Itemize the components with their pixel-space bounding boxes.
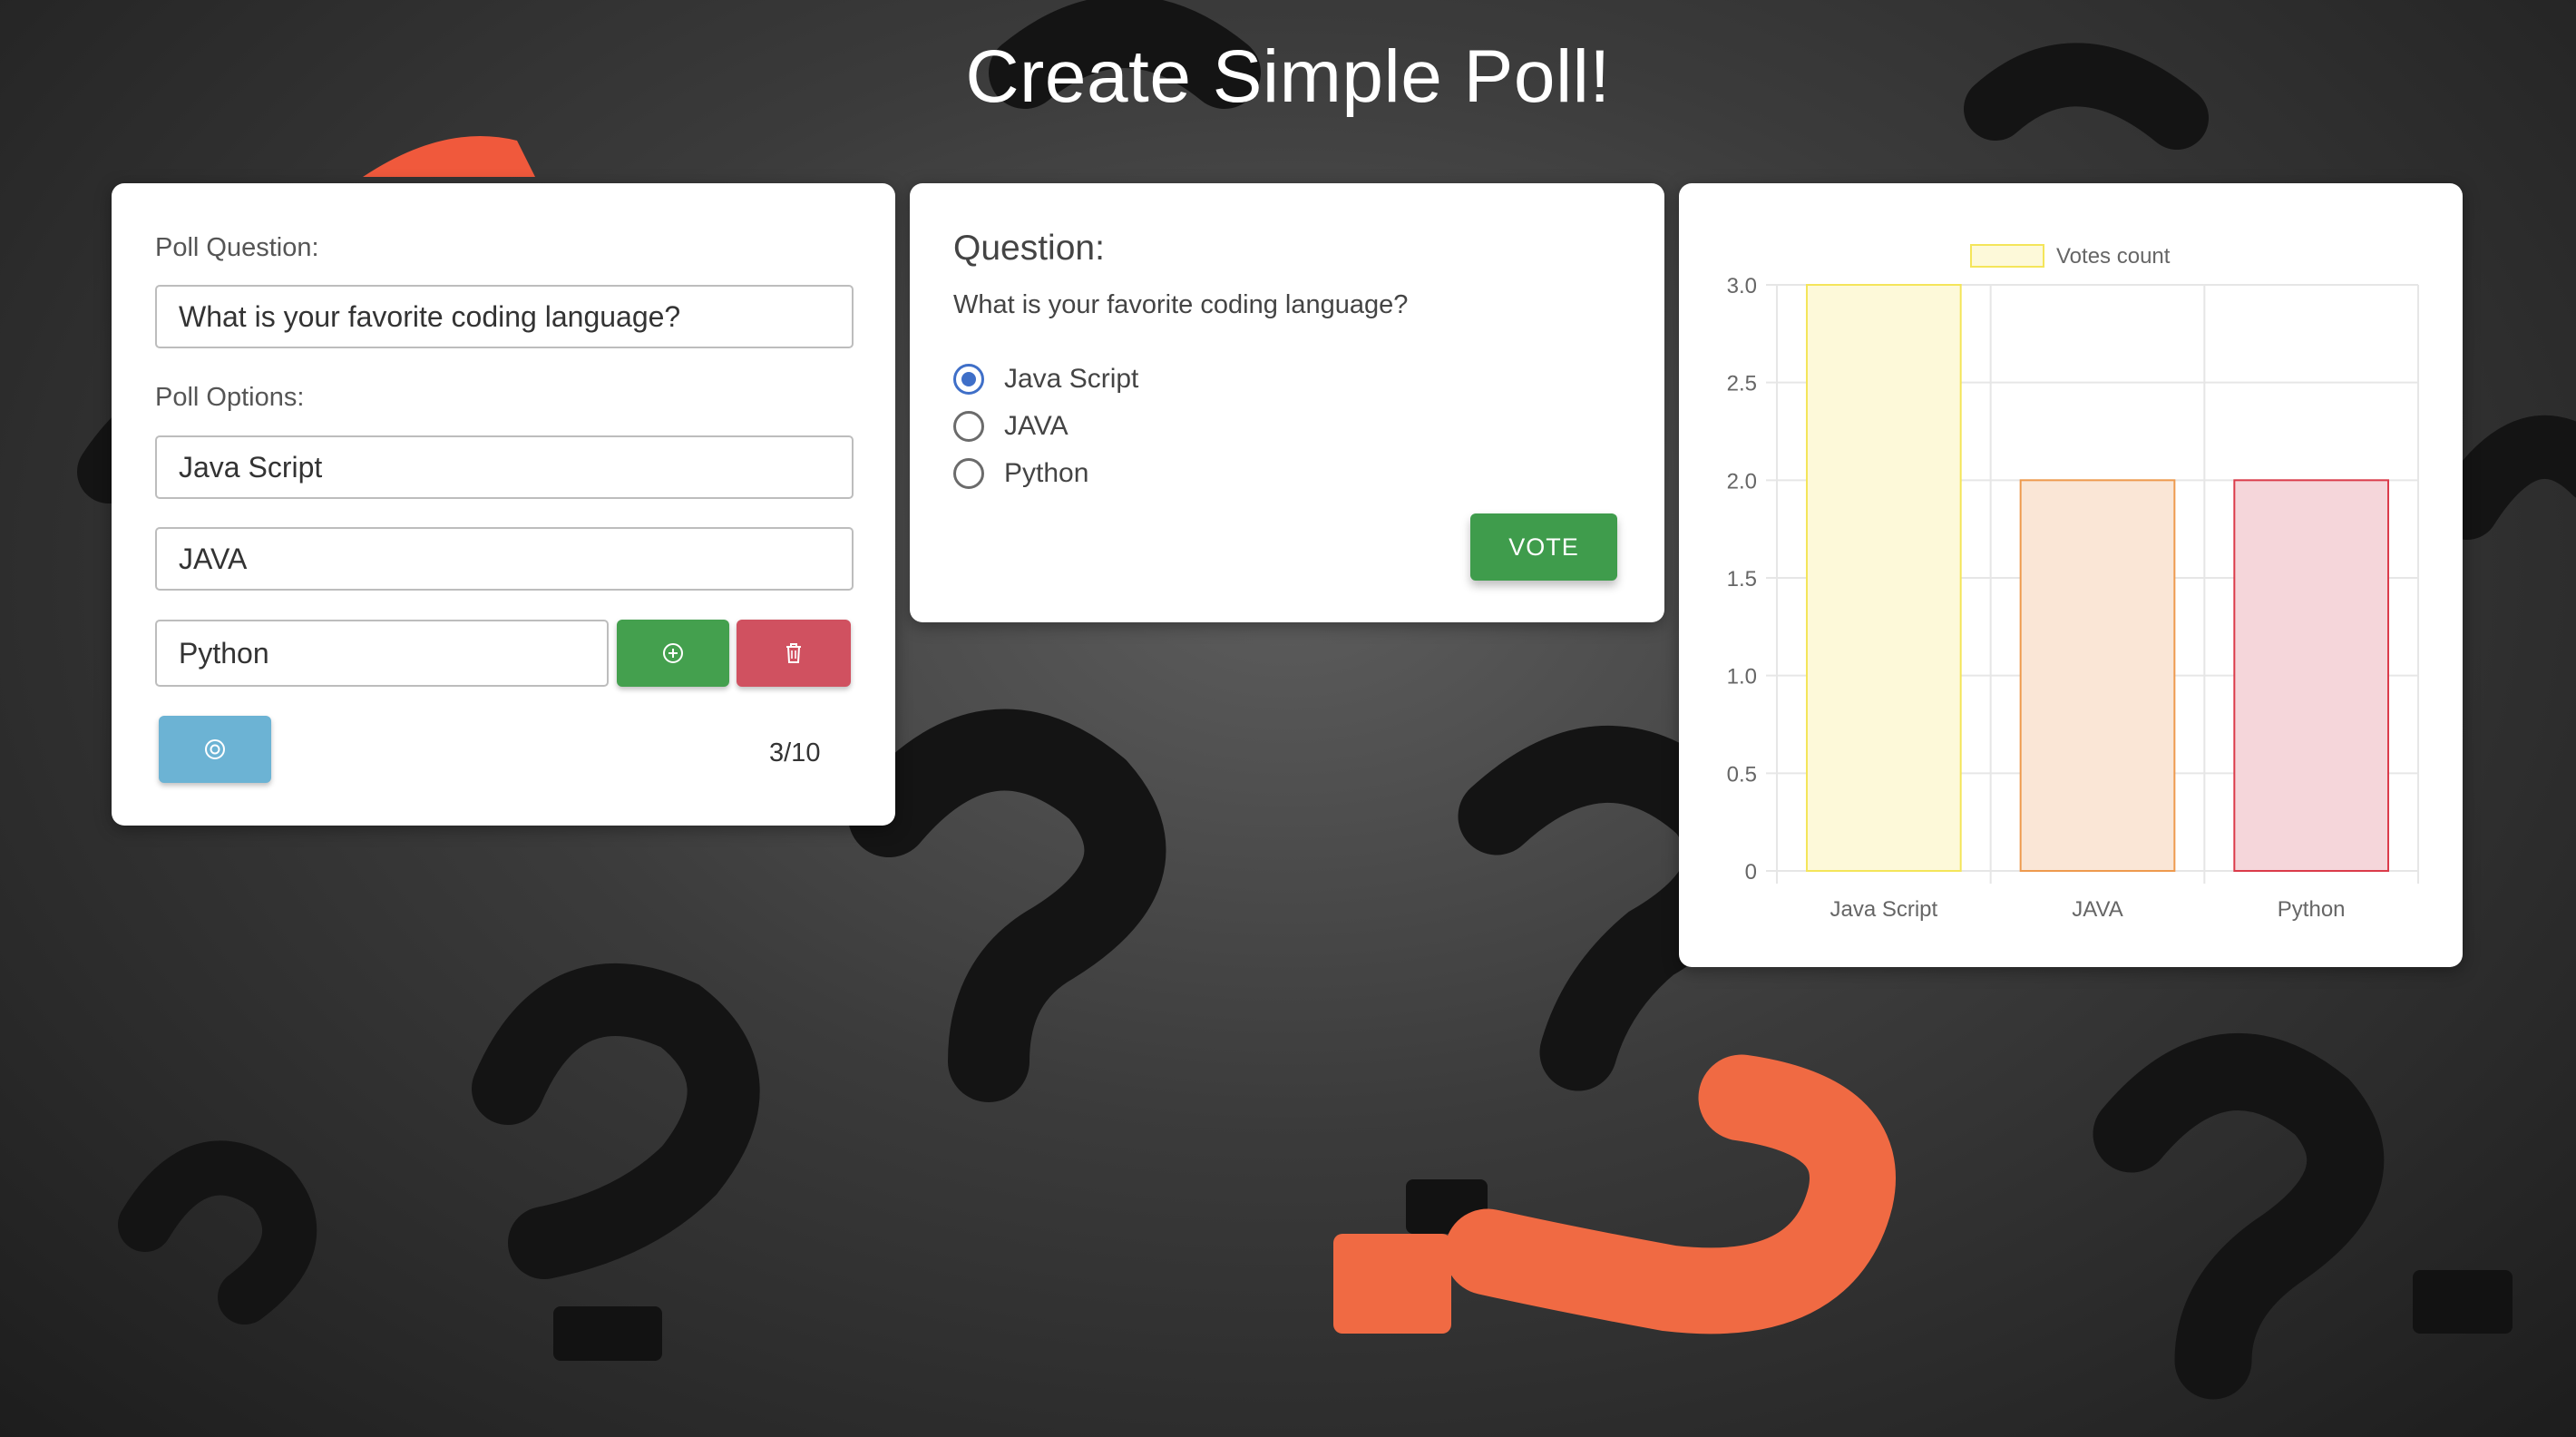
x-tick-label: Java Script (1830, 897, 1937, 922)
legend-swatch (1970, 244, 2044, 268)
vote-option-label: Java Script (1004, 364, 1139, 394)
poll-editor-card: Poll Question: Poll Options: 3/10 (112, 183, 895, 826)
y-tick-label: 0 (1745, 860, 1757, 885)
radio-button[interactable] (953, 458, 984, 489)
y-tick-label: 3.0 (1727, 274, 1757, 298)
poll-option-input-3[interactable] (155, 620, 609, 687)
y-tick-label: 0.5 (1727, 762, 1757, 787)
poll-question-input[interactable] (155, 285, 854, 348)
vote-button[interactable]: VOTE (1470, 513, 1617, 581)
radio-button[interactable] (953, 411, 984, 442)
y-tick-label: 1.0 (1727, 665, 1757, 689)
vote-option-label: JAVA (1004, 411, 1068, 441)
vote-option-java[interactable]: JAVA (953, 411, 1068, 442)
poll-options-label: Poll Options: (155, 383, 305, 412)
question-text: What is your favorite coding language? (953, 290, 1409, 319)
delete-option-button[interactable] (737, 620, 851, 687)
bar-python (2233, 479, 2390, 872)
y-tick-label: 2.5 (1727, 372, 1757, 396)
radio-button[interactable] (953, 364, 984, 395)
create-poll-button[interactable] (159, 716, 271, 783)
vote-option-python[interactable]: Python (953, 458, 1088, 489)
poll-option-input-2[interactable] (155, 527, 854, 591)
add-option-button[interactable] (617, 620, 729, 687)
trash-icon (786, 643, 801, 663)
target-circle-icon (205, 739, 225, 759)
bar-java (2019, 479, 2176, 872)
vote-option-label: Python (1004, 458, 1089, 488)
bar-java-script (1805, 284, 1962, 872)
x-tick-label: JAVA (2072, 897, 2122, 922)
results-chart-card: 0 0.5 1.0 1.5 2.0 2.5 3.0 Java Script JAVA Python… (1679, 183, 2463, 967)
question-heading: Question: (953, 229, 1105, 268)
vote-option-java-script[interactable]: Java Script (953, 364, 1138, 395)
option-count: 3/10 (769, 738, 821, 767)
y-tick-label: 2.0 (1727, 469, 1757, 494)
poll-option-input-1[interactable] (155, 435, 854, 499)
legend-label: Votes count (2056, 244, 2171, 269)
poll-question-label: Poll Question: (155, 233, 319, 262)
x-tick-label: Python (2278, 897, 2346, 922)
plus-circle-icon (663, 643, 683, 663)
votes-bar-chart: 0 0.5 1.0 1.5 2.0 2.5 3.0 Java Script JAVA Python… (1727, 244, 2419, 922)
poll-vote-card: Question: What is your favorite coding l… (910, 183, 1664, 622)
y-tick-label: 1.5 (1727, 567, 1757, 591)
page-title: Create Simple Poll! (965, 35, 1611, 118)
